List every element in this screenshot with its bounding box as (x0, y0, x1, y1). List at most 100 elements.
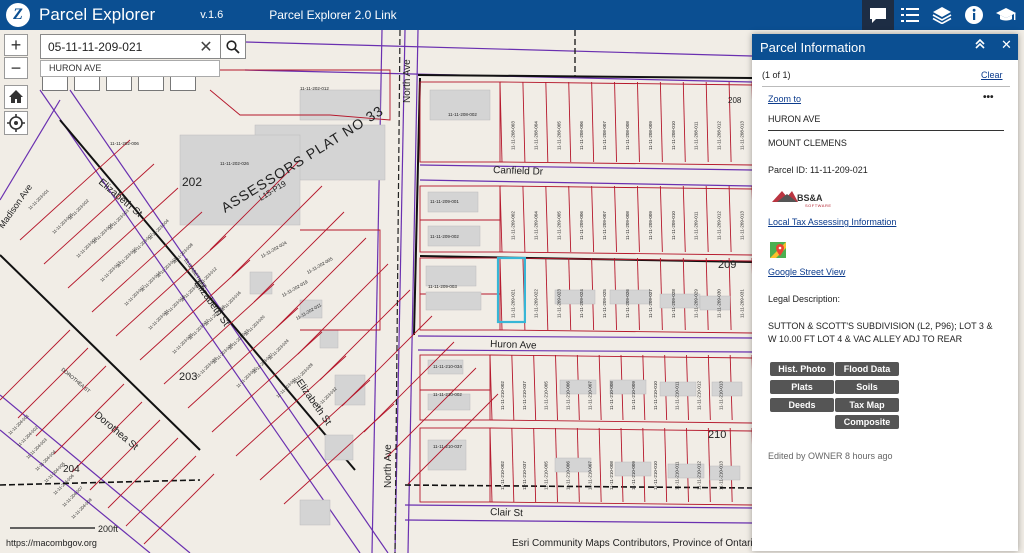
google-maps-icon (770, 242, 786, 262)
collapse-icon[interactable] (974, 38, 986, 53)
parcel-id-label: 11-11-210-006 (565, 381, 570, 410)
street-view-link[interactable]: Google Street View (768, 267, 845, 277)
search-suggestion[interactable]: HURON AVE (40, 60, 220, 77)
parcel-id-label: 11-11-210-009 (631, 381, 636, 410)
search-button[interactable] (220, 34, 246, 59)
block-number: 208 (728, 96, 742, 105)
building (319, 329, 339, 349)
parcel-id-label: 11-11-209-029 (694, 289, 699, 318)
tax-map-button[interactable]: Tax Map (835, 398, 899, 412)
parcel-id-label: 11-11-209-002 (510, 211, 515, 240)
locate-button[interactable] (4, 111, 28, 135)
bsa-logo-subtext: SOFTWARE (805, 203, 832, 208)
parcel-id-label: 11-11-209-009 (648, 211, 653, 240)
parcel-id-label: 11-11-209-004 (533, 211, 538, 240)
composite-button[interactable]: Composite (835, 415, 899, 429)
parcel-id-label: 11-11-209-024 (579, 289, 584, 318)
divider (768, 130, 1004, 131)
parcel-id-label: 11-11-209-023 (556, 289, 561, 318)
parcel-id-label: 11-11-202-012 (300, 86, 329, 91)
parcel-id-label: 11-11-210-005 (544, 461, 549, 490)
parcel-id-label: 11-11-210-005 (544, 381, 549, 410)
list-icon[interactable] (894, 0, 926, 30)
search-input[interactable] (41, 35, 196, 58)
divider (762, 86, 1010, 87)
parcel-id-label: 11-11-210-010 (653, 381, 658, 410)
parcel-id-label: 11-11-208-008 (625, 121, 630, 150)
local-tax-link[interactable]: Local Tax Assessing Information (768, 217, 896, 227)
result-count: (1 of 1) (762, 70, 791, 80)
scale-label: 200ft (98, 524, 119, 534)
parcel-id-label: 11-11-210-037 (433, 444, 462, 449)
graduation-cap-icon[interactable] (990, 0, 1022, 30)
parcel-city: MOUNT CLEMENS (768, 138, 847, 148)
parcel-explorer-2-link[interactable]: Parcel Explorer 2.0 Link (269, 8, 396, 22)
parcel-id-label: 11-11-209-011 (694, 211, 699, 240)
attribution-text: Esri Community Maps Contributors, Provin… (512, 538, 753, 549)
flood-data-button[interactable]: Flood Data (835, 362, 899, 376)
parcel-id-label: 11-11-210-008 (609, 381, 614, 410)
building (554, 457, 592, 473)
building (709, 465, 741, 481)
building (334, 374, 366, 406)
legal-description: SUTTON & SCOTT'S SUBDIVISION (L2, P96); … (768, 321, 993, 344)
app-header: Z Parcel Explorer v.1.6 Parcel Explorer … (0, 0, 1024, 30)
measure-tool-button[interactable] (42, 77, 68, 91)
draw-tool-button[interactable] (74, 77, 100, 91)
parcel-id-label: 11-11-209-013 (740, 211, 745, 240)
layers-icon[interactable] (926, 0, 958, 30)
soils-button[interactable]: Soils (835, 380, 899, 394)
info-icon[interactable] (958, 0, 990, 30)
edit-tool-button[interactable] (138, 77, 164, 91)
parcel-id-label: 11-11-210-012 (696, 381, 701, 410)
parcel-id-label: 11-11-202-006 (110, 141, 139, 146)
building (609, 379, 647, 395)
parcel-id-label: 11-11-209-001 (430, 199, 459, 204)
zoom-out-button[interactable]: − (4, 57, 28, 79)
building (425, 291, 482, 311)
parcel-id-label: 11-11-209-010 (671, 211, 676, 240)
parcel-id-label: 11-11-210-011 (675, 461, 680, 490)
panel-header: Parcel Information ✕ (752, 34, 1018, 60)
parcel-id-label: 11-11-208-011 (694, 121, 699, 150)
parcel-id-label: 11-11-210-007 (587, 461, 592, 490)
home-button[interactable] (4, 85, 28, 109)
parcel-id-label: 11-11-210-011 (675, 381, 680, 410)
parcel-id-label: 11-11-209-005 (556, 211, 561, 240)
parcel-address: HURON AVE (768, 114, 821, 124)
zoom-to-link[interactable]: Zoom to (768, 94, 801, 104)
parcel-id-label: 11-11-210-010 (653, 461, 658, 490)
hist-photo-button[interactable]: Hist. Photo (770, 362, 834, 376)
parcel-id-label: 11-11-209-028 (671, 289, 676, 318)
panel-title: Parcel Information (760, 39, 866, 55)
close-panel-icon[interactable]: ✕ (1001, 37, 1012, 53)
parcel-id-label: 11-11-208-013 (740, 121, 745, 150)
edited-by-text: Edited by OWNER 8 hours ago (768, 451, 893, 461)
parcel-id-label: 11-11-210-013 (718, 381, 723, 410)
print-tool-button[interactable] (170, 77, 196, 91)
street-label: North Ave (383, 444, 394, 488)
parcel-id-label: 11-11-209-012 (717, 211, 722, 240)
clear-search-icon[interactable]: ✕ (196, 37, 216, 57)
deeds-button[interactable]: Deeds (770, 398, 834, 412)
clear-link[interactable]: Clear (981, 70, 1003, 80)
parcel-id-label: 11-11-202-026 (220, 161, 249, 166)
more-menu-icon[interactable]: ••• (983, 92, 994, 103)
zoom-in-button[interactable]: + (4, 34, 28, 56)
chat-icon[interactable] (862, 0, 894, 30)
parcel-id-label: 11-11-209-007 (602, 211, 607, 240)
building (609, 289, 651, 305)
street-label: Huron Ave (490, 339, 537, 352)
parcel-id-label: 11-11-209-008 (625, 211, 630, 240)
parcel-id-label: 11-11-208-006 (579, 121, 584, 150)
select-tool-button[interactable] (106, 77, 132, 91)
parcel-id-label: 11-11-209-021 (510, 289, 515, 318)
attribution-url[interactable]: https://macombgov.org (6, 538, 97, 548)
parcel-id-label: 11-11-210-009 (631, 461, 636, 490)
plats-button[interactable]: Plats (770, 380, 834, 394)
building (699, 295, 731, 311)
block-number: 210 (708, 429, 726, 441)
parcel-id-label: 11-11-208-007 (602, 121, 607, 150)
parcel-id-label: 11-11-209-031 (740, 289, 745, 318)
parcel-id-label: 11-11-209-003 (428, 284, 457, 289)
